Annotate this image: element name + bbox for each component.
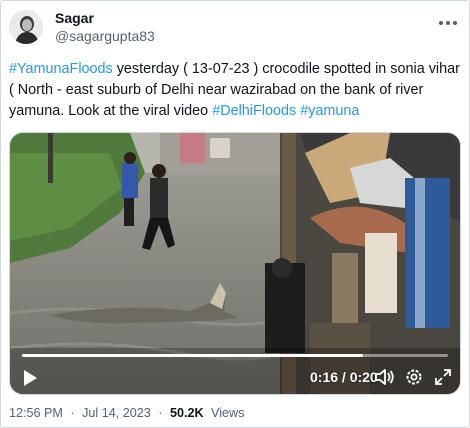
tweet-date[interactable]: Jul 14, 2023 xyxy=(82,406,151,420)
tweet-text: #YamunaFloods yesterday ( 13-07-23 ) cro… xyxy=(9,59,461,122)
hashtag-link[interactable]: #yamuna xyxy=(300,103,359,119)
play-button[interactable] xyxy=(18,366,42,390)
author-names: Sagar @sagargupta83 xyxy=(55,9,155,45)
fullscreen-button[interactable] xyxy=(432,366,454,388)
tweet-metadata: 12:56 PM · Jul 14, 2023 · 50.2K Views xyxy=(9,406,244,420)
volume-button[interactable] xyxy=(374,366,396,388)
hashtag-link[interactable]: #DelhiFloods xyxy=(212,103,296,119)
meta-separator: · xyxy=(158,406,163,420)
volume-icon xyxy=(375,369,394,385)
avatar-image xyxy=(9,10,43,44)
play-icon xyxy=(24,370,37,386)
author-display-name[interactable]: Sagar xyxy=(55,9,155,27)
tweet-header: Sagar @sagargupta83 xyxy=(9,7,461,47)
more-options-button[interactable] xyxy=(435,13,461,33)
video-controls: 0:16 / 0:20 xyxy=(10,350,460,394)
avatar[interactable] xyxy=(9,10,43,44)
meta-separator: · xyxy=(70,406,75,420)
video-progress-bar[interactable] xyxy=(22,354,448,357)
video-time: 0:16 / 0:20 xyxy=(310,369,378,385)
more-icon xyxy=(439,21,457,25)
expand-icon xyxy=(435,369,451,385)
video-progress-fill xyxy=(22,354,363,357)
settings-button[interactable] xyxy=(403,366,425,388)
hashtag-link[interactable]: #YamunaFloods xyxy=(9,61,113,77)
views-count[interactable]: 50.2K xyxy=(170,406,204,420)
views-label: Views xyxy=(211,406,245,420)
author-handle[interactable]: @sagargupta83 xyxy=(55,27,155,45)
tweet-time[interactable]: 12:56 PM xyxy=(9,406,63,420)
tweet-card: Sagar @sagargupta83 #YamunaFloods yester… xyxy=(0,0,470,428)
video-player[interactable]: 0:16 / 0:20 xyxy=(9,132,461,395)
gear-icon xyxy=(406,369,422,385)
